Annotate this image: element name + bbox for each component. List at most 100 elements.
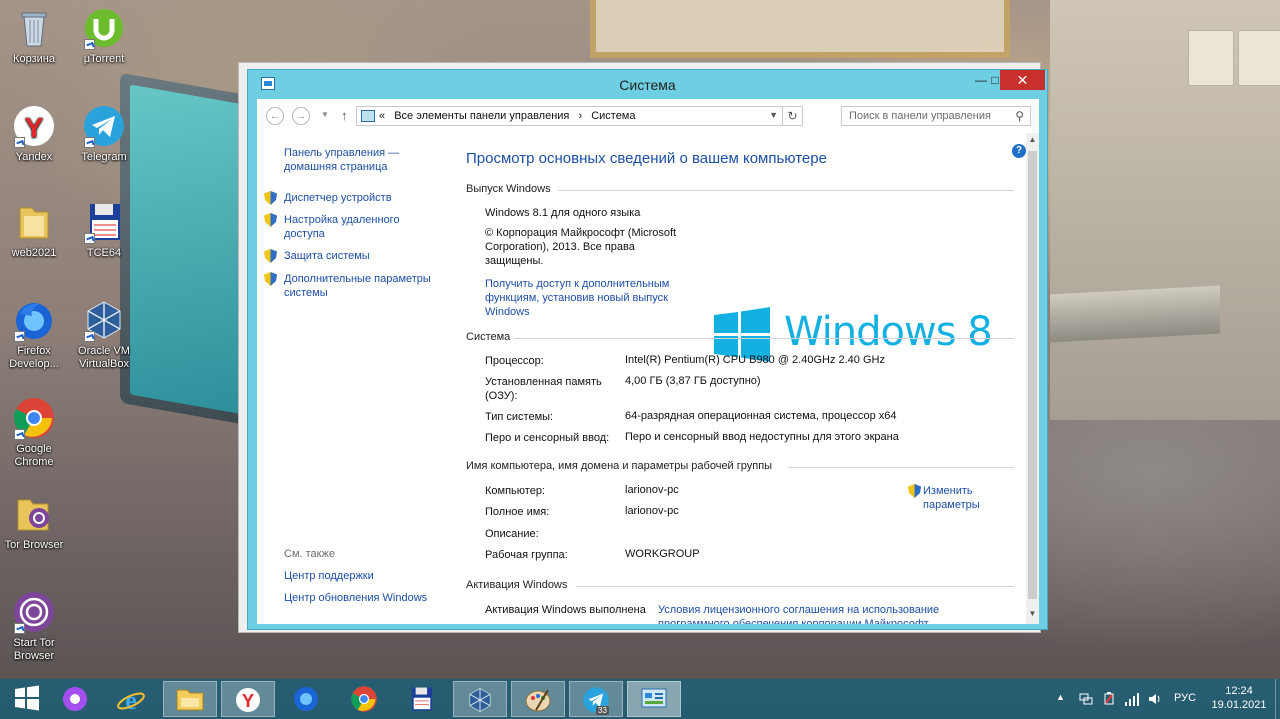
up-arrow-icon[interactable]: ↑ [341,108,348,123]
scroll-up-arrow-icon[interactable]: ▲ [1026,135,1039,144]
remote-settings-link[interactable]: Настройка удаленного доступа [284,213,414,241]
desktop-icon-label: web2021 [11,247,57,259]
internet-explorer-icon: e [117,686,145,715]
desktop-icon-tor-browser-folder[interactable]: Tor Browser [0,492,68,552]
windows-start-icon [15,685,39,711]
search-icon[interactable]: ⚲ [1015,109,1024,123]
taskbar-internet-explorer[interactable]: e [104,681,158,717]
folder-icon [19,207,49,239]
desktop-icon-tce64[interactable]: TCE64 [70,200,138,260]
desktop-icon-utorrent[interactable]: µTorrent [70,6,138,66]
show-desktop-button[interactable] [1275,679,1280,719]
close-button[interactable]: ✕ [1000,70,1045,90]
breadcrumb-separator[interactable]: › [578,110,582,122]
virtualbox-icon [469,688,491,712]
taskbar-alice[interactable] [48,681,102,717]
section-divider [514,338,1014,339]
edition-section-heading: Выпуск Windows [466,183,551,195]
back-button[interactable]: ← [266,107,284,125]
tce-floppy-icon [411,687,433,711]
vertical-scrollbar[interactable]: ▲ ▼ [1026,133,1039,624]
taskbar: e Y 33 ▲ РУС 12:24 19.01.2021 [0,679,1280,719]
desktop-icon-label: Firefox Develop... [9,345,59,370]
breadcrumb-all-control-panel-items[interactable]: Все элементы панели управления [394,110,569,122]
taskbar-control-panel[interactable] [627,681,681,717]
yandex-browser-icon: Y [236,688,260,712]
wallpaper-frame [590,0,1010,58]
recent-locations-chevron-icon[interactable]: ▼ [321,110,329,119]
desktop-icon-web2021[interactable]: web2021 [0,200,68,260]
desktop-icon-yandex[interactable]: Y Yandex [0,104,68,164]
taskbar-chrome[interactable] [337,681,391,717]
advanced-system-settings-link[interactable]: Дополнительные параметры системы [284,272,444,300]
refresh-icon[interactable]: ↻ [782,107,802,125]
title-bar[interactable]: Система — □ ✕ [248,70,1047,99]
alice-assistant-icon [63,687,87,711]
change-settings-link[interactable]: Изменить параметры [923,484,993,512]
power-plug-icon[interactable] [1101,691,1117,707]
desktop-icon-label: Start Tor Browser [13,637,55,662]
svg-text:e: e [125,686,137,715]
device-manager-link[interactable]: Диспетчер устройств [284,191,392,205]
scrollbar-thumb[interactable] [1028,151,1037,599]
processor-label: Процессор: [485,355,544,367]
scroll-down-arrow-icon[interactable]: ▼ [1026,609,1039,618]
taskbar-virtualbox[interactable] [453,681,507,717]
input-language-indicator[interactable]: РУС [1174,692,1196,719]
desktop-icon-label: Yandex [15,151,53,163]
system-type-label: Тип системы: [485,411,554,423]
signal-bars-icon[interactable] [1124,691,1140,707]
desktop-icon-firefox-developer[interactable]: Firefox Develop... [0,298,68,371]
computer-value: larionov-pc [625,484,679,496]
desktop-icon-label: TCE64 [86,247,122,259]
taskbar-telegram[interactable]: 33 [569,681,623,717]
desktop-icon-virtualbox[interactable]: Oracle VM VirtualBox [70,298,138,371]
network-connections-icon[interactable] [1079,692,1093,706]
breadcrumb-system[interactable]: Система [591,110,635,122]
full-name-value: larionov-pc [625,505,679,517]
desktop-icon-label: Tor Browser [4,539,64,551]
desktop-icon-telegram[interactable]: Telegram [70,104,138,164]
desktop-icon-recycle-bin[interactable]: Корзина [0,6,68,66]
file-explorer-icon [176,689,204,711]
pen-touch-value: Перо и сенсорный ввод недоступны для это… [625,431,899,443]
recycle-bin-icon [21,12,47,47]
show-hidden-icons-chevron-icon[interactable]: ▲ [1056,692,1065,719]
taskbar-file-explorer[interactable] [163,681,217,717]
address-bar[interactable]: « Все элементы панели управления › Систе… [356,106,803,126]
desktop-icon-label: µTorrent [83,53,125,65]
svg-text:Y: Y [242,691,254,711]
wallpaper-socket [1188,30,1234,86]
windows-update-link[interactable]: Центр обновления Windows [284,591,427,605]
system-protection-link[interactable]: Защита системы [284,249,370,263]
taskbar-tce64[interactable] [395,681,449,717]
firefox-developer-icon [294,687,318,711]
section-divider [558,190,1014,191]
breadcrumb: « Все элементы панели управления › Систе… [379,110,642,122]
taskbar-firefox[interactable] [279,681,333,717]
full-name-label: Полное имя: [485,506,550,518]
action-center-link[interactable]: Центр поддержки [284,569,374,583]
control-panel-home-link[interactable]: Панель управления — домашняя страница [284,146,444,174]
see-also-heading: См. также [284,548,335,560]
start-button[interactable] [0,681,54,717]
address-dropdown-chevron-icon[interactable]: ▼ [769,110,778,120]
desktop-icon-start-tor-browser[interactable]: Start Tor Browser [0,590,68,663]
pen-touch-label: Перо и сенсорный ввод: [485,432,610,444]
search-input[interactable]: Поиск в панели управления ⚲ [841,106,1031,126]
upgrade-edition-link[interactable]: Получить доступ к дополнительным функция… [485,277,685,319]
volume-icon[interactable] [1147,691,1163,707]
taskbar-yandex[interactable]: Y [221,681,275,717]
taskbar-clock[interactable]: 12:24 19.01.2021 [1207,684,1271,712]
windows-edition: Windows 8.1 для одного языка [485,207,641,219]
forward-button[interactable]: → [292,107,310,125]
license-terms-link[interactable]: Условия лицензионного соглашения на испо… [658,603,968,624]
breadcrumb-overflow[interactable]: « [379,110,385,122]
workgroup-label: Рабочая группа: [485,549,568,561]
chrome-icon [351,686,377,712]
clock-time: 12:24 [1225,685,1253,697]
desktop-icon-google-chrome[interactable]: Google Chrome [0,396,68,469]
taskbar-paint[interactable] [511,681,565,717]
uac-shield-icon [264,213,277,227]
control-panel-icon [361,110,375,122]
